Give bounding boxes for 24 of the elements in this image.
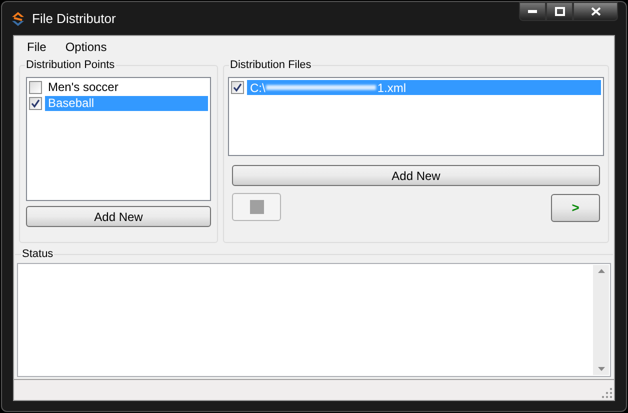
file-path-end: 1.xml xyxy=(377,80,406,96)
go-button[interactable]: > xyxy=(551,194,600,222)
stop-icon xyxy=(250,200,264,214)
maximize-button[interactable] xyxy=(546,2,573,21)
close-button[interactable] xyxy=(573,2,618,21)
menu-item[interactable]: File xyxy=(27,38,46,56)
list-item[interactable]: Men's soccer xyxy=(45,80,208,95)
scroll-up-icon[interactable] xyxy=(598,269,604,273)
close-icon xyxy=(590,7,600,16)
maximize-icon xyxy=(554,7,564,16)
add-new-button[interactable]: Add New xyxy=(232,165,600,186)
add-new-button[interactable]: Add New xyxy=(26,206,211,227)
window-title: File Distributor xyxy=(32,10,116,28)
menu-item[interactable]: Options xyxy=(65,38,107,56)
scroll-down-icon[interactable] xyxy=(598,367,604,371)
app-logo-icon xyxy=(10,10,26,26)
checkbox[interactable] xyxy=(29,81,42,94)
file-path-start: C:\ xyxy=(250,80,266,96)
scrollbar[interactable] xyxy=(593,265,609,375)
resize-grip-icon[interactable] xyxy=(602,388,612,398)
checkbox[interactable] xyxy=(231,81,244,94)
minimize-button[interactable] xyxy=(519,2,546,21)
minimize-icon xyxy=(528,10,537,13)
checkbox[interactable] xyxy=(29,97,42,110)
